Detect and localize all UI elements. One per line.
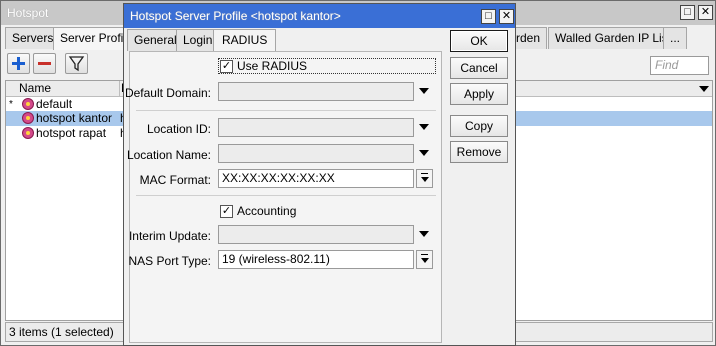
column-header-name[interactable]: Name (6, 81, 120, 97)
accounting-label: Accounting (237, 204, 297, 218)
location-id-label: Location ID: (146, 122, 211, 136)
interim-update-label: Interim Update: (128, 229, 211, 243)
profile-dialog: Hotspot Server Profile <hotspot kantor> … (123, 3, 516, 346)
nas-port-type-label: NAS Port Type: (128, 254, 211, 268)
maximize-icon[interactable]: □ (680, 5, 695, 20)
accounting-checkbox[interactable]: ✓ (220, 205, 233, 218)
maximize-icon[interactable]: □ (481, 9, 496, 24)
apply-button[interactable]: Apply (450, 83, 508, 105)
hotspot-title: Hotspot (7, 6, 49, 20)
row-name: hotspot kantor (36, 111, 113, 125)
interim-update-field[interactable] (218, 225, 414, 244)
mac-format-label: MAC Format: (139, 173, 211, 187)
dialog-titlebar[interactable]: Hotspot Server Profile <hotspot kantor> (124, 4, 515, 28)
row-name: default (36, 97, 73, 111)
close-icon[interactable]: ✕ (499, 9, 514, 24)
use-radius-checkbox[interactable]: ✓ (220, 60, 233, 73)
mac-format-field[interactable]: XX:XX:XX:XX:XX:XX (218, 169, 414, 188)
location-name-label: Location Name: (126, 148, 211, 162)
default-domain-field[interactable] (218, 82, 414, 101)
hotspot-profile-icon (22, 127, 34, 139)
filter-icon (68, 56, 85, 72)
nas-port-type-select-icon[interactable] (416, 250, 433, 269)
cancel-button[interactable]: Cancel (450, 57, 508, 79)
dialog-title: Hotspot Server Profile <hotspot kantor> (130, 9, 341, 23)
columns-menu-icon[interactable] (699, 86, 709, 92)
separator (136, 195, 436, 196)
mac-format-select-icon[interactable] (416, 169, 433, 188)
default-marker: * (9, 99, 13, 110)
row-name: hotspot rapat (36, 126, 107, 140)
radius-panel: ✓ Use RADIUS Default Domain: Location ID… (125, 51, 442, 343)
filter-button[interactable] (65, 53, 88, 74)
remove-button[interactable]: Remove (450, 141, 508, 163)
tab-radius[interactable]: RADIUS (213, 29, 277, 52)
plus-icon (12, 57, 25, 70)
location-name-dropdown-icon[interactable] (419, 150, 429, 156)
minus-icon (38, 62, 51, 65)
nas-port-type-field[interactable]: 19 (wireless-802.11) (218, 250, 414, 269)
use-radius-label: Use RADIUS (237, 59, 308, 73)
remove-button[interactable] (33, 53, 56, 74)
interim-update-dropdown-icon[interactable] (419, 231, 429, 237)
separator (136, 110, 436, 111)
location-name-field[interactable] (218, 144, 414, 163)
find-input[interactable]: Find (650, 56, 709, 75)
tab-more[interactable]: ... (663, 27, 688, 49)
copy-button[interactable]: Copy (450, 115, 508, 137)
add-button[interactable] (7, 53, 30, 74)
ok-button[interactable]: OK (450, 30, 508, 52)
default-domain-dropdown-icon[interactable] (419, 88, 429, 94)
close-icon[interactable]: ✕ (698, 5, 713, 20)
hotspot-profile-icon (22, 112, 34, 124)
location-id-dropdown-icon[interactable] (419, 124, 429, 130)
location-id-field[interactable] (218, 118, 414, 137)
hotspot-profile-icon (22, 98, 34, 110)
default-domain-label: Default Domain: (124, 86, 211, 100)
tab-walled-garden-ip-list[interactable]: Walled Garden IP List (548, 27, 679, 49)
